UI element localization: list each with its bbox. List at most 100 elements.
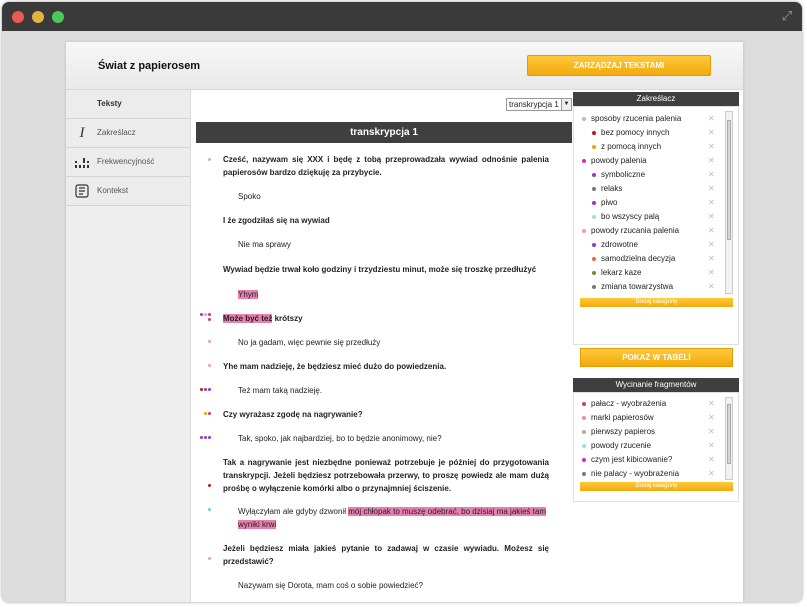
remove-category-icon[interactable]: ✕ — [708, 268, 715, 278]
category-item[interactable]: czym jest kibicowanie? ✕ — [574, 455, 724, 467]
sidebar-item-label: Zakreślacz — [97, 128, 136, 137]
category-label: samodzielna decyzja — [601, 254, 676, 263]
category-label: pierwszy papieros — [591, 427, 656, 436]
transcript-answer: No ja gadam, więc pewnie się przedłuży — [238, 338, 381, 347]
code-markers — [208, 318, 212, 324]
remove-category-icon[interactable]: ✕ — [708, 226, 715, 236]
category-item[interactable]: zmiana towarzystwa ✕ — [574, 282, 724, 294]
maximize-window-button[interactable] — [52, 11, 64, 23]
zakreslacz-panel-title: Zakreślacz — [573, 92, 739, 106]
highlighted-text[interactable]: Yhym — [238, 290, 259, 299]
category-color-dot — [592, 201, 596, 205]
category-item[interactable]: symboliczne ✕ — [574, 170, 724, 182]
category-item[interactable]: piwo ✕ — [574, 198, 724, 210]
code-markers — [200, 388, 212, 394]
category-color-dot — [582, 458, 586, 462]
category-color-dot — [582, 444, 586, 448]
manage-texts-button[interactable]: ZARZĄDZAJ TEKSTAMI — [527, 55, 711, 76]
window-titlebar: ⤢ — [2, 2, 802, 31]
close-window-button[interactable] — [12, 11, 24, 23]
transcript-answer: Tak, spoko, jak najbardziej, bo to będzi… — [238, 434, 442, 443]
remove-category-icon[interactable]: ✕ — [708, 469, 715, 479]
chevron-down-icon: ▼ — [561, 99, 571, 110]
category-item[interactable]: nie palacy - wyobrażenia ✕ — [574, 469, 724, 481]
transcript-question: Jeżeli będziesz miała jakieś pytanie to … — [223, 544, 549, 566]
add-category-button[interactable]: Dodaj kategorię — [580, 298, 733, 307]
category-item[interactable]: zdrowotne ✕ — [574, 240, 724, 252]
sidebar-item-zakreslacz[interactable]: I Zakreślacz — [66, 119, 190, 148]
sidebar-item-frekwencyjnosc[interactable]: Frekwencyjność — [66, 148, 190, 177]
category-item[interactable]: samodzielna decyzja ✕ — [574, 254, 724, 266]
category-color-dot — [592, 243, 596, 247]
remove-category-icon[interactable]: ✕ — [708, 198, 715, 208]
transcript-select-value: transkrypcja 1 — [509, 100, 559, 109]
question-text-rest: krótszy — [272, 314, 303, 323]
category-item[interactable]: lekarz kaze ✕ — [574, 268, 724, 280]
category-label: powody rzucenie — [591, 441, 652, 450]
category-item[interactable]: bez pomocy innych ✕ — [574, 128, 724, 140]
remove-category-icon[interactable]: ✕ — [708, 156, 715, 166]
transcript-question: Może być też krótszy — [223, 312, 549, 325]
show-in-table-button[interactable]: POKAŻ W TABELI — [580, 348, 733, 367]
category-item[interactable]: powody rzucania palenia ✕ — [574, 226, 724, 238]
transcript-select[interactable]: transkrypcja 1 ▼ — [506, 98, 572, 111]
sidebar-item-teksty[interactable]: Teksty — [66, 90, 190, 119]
remove-category-icon[interactable]: ✕ — [708, 184, 715, 194]
category-color-dot — [582, 229, 586, 233]
category-item[interactable]: relaks ✕ — [574, 184, 724, 196]
category-color-dot — [582, 416, 586, 420]
category-item[interactable]: bo wszyscy palą ✕ — [574, 212, 724, 224]
category-label: bez pomocy innych — [601, 128, 670, 137]
remove-category-icon[interactable]: ✕ — [708, 441, 715, 451]
remove-category-icon[interactable]: ✕ — [708, 455, 715, 465]
category-item[interactable]: pałacz - wyobrażenia ✕ — [574, 399, 724, 411]
remove-category-icon[interactable]: ✕ — [708, 114, 715, 124]
category-color-dot — [592, 187, 596, 191]
category-label: nie palacy - wyobrażenia — [591, 469, 680, 478]
transcript-question: I że zgodziłaś się na wywiad — [223, 216, 330, 225]
category-label: symboliczne — [601, 170, 646, 179]
sidebar-item-kontekst[interactable]: Kontekst — [66, 177, 190, 206]
remove-category-icon[interactable]: ✕ — [708, 427, 715, 437]
code-markers — [208, 484, 212, 490]
add-fragment-category-button[interactable]: Dodaj kategorię — [580, 482, 733, 491]
category-label: powody palenia — [591, 156, 647, 165]
fragment-scrollbar[interactable] — [725, 397, 733, 480]
transcript-answer: Spoko — [238, 192, 261, 201]
remove-category-icon[interactable]: ✕ — [708, 170, 715, 180]
minimize-window-button[interactable] — [32, 11, 44, 23]
sidebar: Teksty I Zakreślacz Frekwencyjność Konte… — [66, 90, 191, 602]
category-label: zdrowotne — [601, 240, 638, 249]
category-color-dot — [592, 271, 596, 275]
context-icon — [74, 183, 90, 199]
category-item[interactable]: powody palenia ✕ — [574, 156, 724, 168]
remove-category-icon[interactable]: ✕ — [708, 128, 715, 138]
category-label: sposoby rzucenia palenia — [591, 114, 682, 123]
expand-icon[interactable]: ⤢ — [780, 9, 794, 23]
remove-category-icon[interactable]: ✕ — [708, 142, 715, 152]
remove-category-icon[interactable]: ✕ — [708, 212, 715, 222]
transcript-answer: Nie ma sprawy — [238, 240, 291, 249]
category-item[interactable]: powody rzucenie ✕ — [574, 441, 724, 453]
highlighted-text[interactable]: Może być też — [223, 314, 273, 323]
remove-category-icon[interactable]: ✕ — [708, 399, 715, 409]
code-markers — [208, 508, 212, 514]
remove-category-icon[interactable]: ✕ — [708, 254, 715, 264]
category-scrollbar[interactable] — [725, 111, 733, 294]
remove-category-icon[interactable]: ✕ — [708, 413, 715, 423]
category-item[interactable]: z pomocą innych ✕ — [574, 142, 724, 154]
category-label: z pomocą innych — [601, 142, 662, 151]
code-markers — [208, 158, 212, 164]
remove-category-icon[interactable]: ✕ — [708, 240, 715, 250]
category-item[interactable]: pierwszy papieros ✕ — [574, 427, 724, 439]
category-label: marki papierosów — [591, 413, 654, 422]
category-color-dot — [592, 285, 596, 289]
category-item[interactable]: marki papierosów ✕ — [574, 413, 724, 425]
sidebar-item-label: Kontekst — [97, 186, 129, 195]
category-color-dot — [582, 402, 586, 406]
code-markers — [204, 412, 212, 418]
remove-category-icon[interactable]: ✕ — [708, 282, 715, 292]
category-color-dot — [592, 145, 596, 149]
category-item[interactable]: sposoby rzucenia palenia ✕ — [574, 114, 724, 126]
transcript-answer: Nazywam się Dorota, mam coś o sobie powi… — [238, 581, 423, 590]
